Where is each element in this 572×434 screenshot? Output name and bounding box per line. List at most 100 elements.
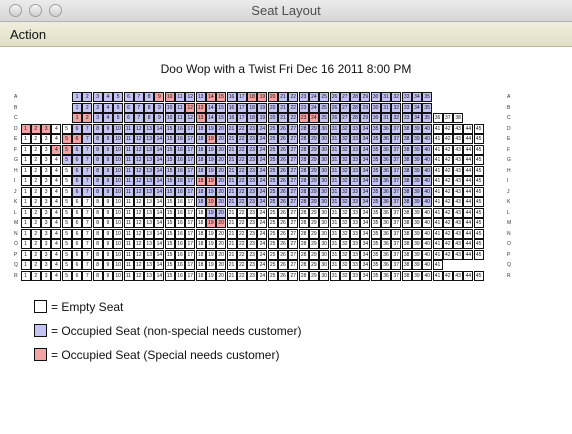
seat[interactable]: 35: [370, 134, 381, 144]
seat[interactable]: 19: [205, 186, 216, 197]
seat[interactable]: 8: [92, 249, 103, 260]
seat[interactable]: 9: [102, 134, 113, 144]
seat[interactable]: 29: [308, 123, 319, 134]
seat[interactable]: 10: [113, 260, 124, 270]
seat[interactable]: 33: [350, 123, 361, 134]
seat[interactable]: 24: [257, 134, 268, 144]
seat[interactable]: 6: [123, 113, 134, 123]
seat[interactable]: 8: [92, 218, 103, 228]
seat[interactable]: 31: [329, 165, 340, 176]
seat[interactable]: 25: [319, 113, 330, 123]
seat[interactable]: 4: [51, 260, 62, 270]
seat[interactable]: 38: [401, 249, 412, 260]
seat[interactable]: 19: [205, 218, 216, 228]
seat[interactable]: 31: [329, 239, 340, 249]
seat[interactable]: 35: [422, 113, 433, 123]
seat[interactable]: 38: [401, 134, 412, 144]
seat[interactable]: 29: [308, 165, 319, 176]
seat[interactable]: 5: [113, 102, 124, 113]
seat[interactable]: 28: [298, 218, 309, 228]
seat[interactable]: 37: [391, 270, 402, 281]
seat[interactable]: 38: [401, 228, 412, 239]
seat[interactable]: 10: [113, 249, 124, 260]
seat[interactable]: 7: [82, 165, 93, 176]
seat[interactable]: 10: [113, 270, 124, 281]
seat[interactable]: 18: [195, 186, 206, 197]
seat[interactable]: 26: [278, 165, 288, 176]
seat[interactable]: 28: [350, 113, 361, 123]
seat[interactable]: 17: [185, 239, 196, 249]
seat[interactable]: 35: [370, 165, 381, 176]
seat[interactable]: 41: [432, 207, 443, 218]
seat[interactable]: 3: [92, 102, 103, 113]
seat[interactable]: 15: [164, 186, 175, 197]
seat[interactable]: 14: [154, 186, 165, 197]
seat[interactable]: 17: [185, 249, 196, 260]
seat[interactable]: 10: [113, 239, 124, 249]
seat[interactable]: 37: [391, 218, 402, 228]
seat[interactable]: 2: [30, 123, 41, 134]
seat[interactable]: 39: [411, 218, 422, 228]
seat[interactable]: 31: [329, 123, 340, 134]
seat[interactable]: 43: [453, 144, 464, 155]
seat[interactable]: 3: [41, 260, 52, 270]
seat[interactable]: 37: [391, 249, 402, 260]
seat[interactable]: 19: [205, 165, 216, 176]
seat[interactable]: 36: [381, 239, 391, 249]
seat[interactable]: 32: [339, 197, 350, 207]
seat[interactable]: 33: [350, 228, 361, 239]
seat[interactable]: 17: [236, 113, 247, 123]
seat[interactable]: 16: [175, 134, 185, 144]
seat[interactable]: 16: [175, 165, 185, 176]
seat[interactable]: 27: [288, 249, 299, 260]
seat[interactable]: 10: [113, 197, 124, 207]
seat[interactable]: 9: [102, 186, 113, 197]
seat[interactable]: 28: [298, 123, 309, 134]
seat[interactable]: 44: [463, 123, 474, 134]
seat[interactable]: 15: [164, 228, 175, 239]
seat[interactable]: 18: [195, 144, 206, 155]
seat[interactable]: 19: [205, 144, 216, 155]
seat[interactable]: 35: [370, 270, 381, 281]
seat[interactable]: 41: [432, 186, 443, 197]
seat[interactable]: 36: [381, 207, 391, 218]
seat[interactable]: 6: [72, 176, 82, 186]
seat[interactable]: 20: [216, 228, 227, 239]
seat[interactable]: 5: [61, 228, 72, 239]
seat[interactable]: 15: [164, 218, 175, 228]
seat[interactable]: 24: [308, 113, 319, 123]
seat[interactable]: 8: [144, 102, 155, 113]
seat[interactable]: 23: [247, 155, 258, 165]
seat[interactable]: 38: [401, 260, 412, 270]
seat[interactable]: 7: [82, 218, 93, 228]
seat[interactable]: 21: [226, 260, 237, 270]
seat[interactable]: 22: [236, 176, 247, 186]
seat[interactable]: 37: [391, 239, 402, 249]
seat[interactable]: 4: [102, 113, 113, 123]
seat[interactable]: 7: [82, 186, 93, 197]
seat[interactable]: 18: [195, 165, 206, 176]
seat[interactable]: 8: [92, 144, 103, 155]
seat[interactable]: 27: [288, 155, 299, 165]
seat[interactable]: 18: [247, 113, 258, 123]
seat[interactable]: 41: [432, 155, 443, 165]
seat[interactable]: 36: [381, 144, 391, 155]
seat[interactable]: 12: [133, 270, 144, 281]
seat[interactable]: 13: [144, 260, 155, 270]
seat[interactable]: 33: [401, 113, 412, 123]
seat[interactable]: 33: [350, 207, 361, 218]
seat[interactable]: 19: [205, 176, 216, 186]
seat[interactable]: 37: [391, 155, 402, 165]
seat[interactable]: 23: [247, 123, 258, 134]
seat[interactable]: 25: [267, 239, 278, 249]
seat[interactable]: 18: [195, 249, 206, 260]
seat[interactable]: 8: [92, 197, 103, 207]
seat[interactable]: 24: [257, 144, 268, 155]
seat[interactable]: 8: [92, 260, 103, 270]
seat[interactable]: 14: [154, 270, 165, 281]
seat[interactable]: 6: [72, 186, 82, 197]
seat[interactable]: 43: [453, 165, 464, 176]
seat[interactable]: 41: [432, 165, 443, 176]
seat[interactable]: 22: [236, 155, 247, 165]
seat[interactable]: 35: [370, 144, 381, 155]
